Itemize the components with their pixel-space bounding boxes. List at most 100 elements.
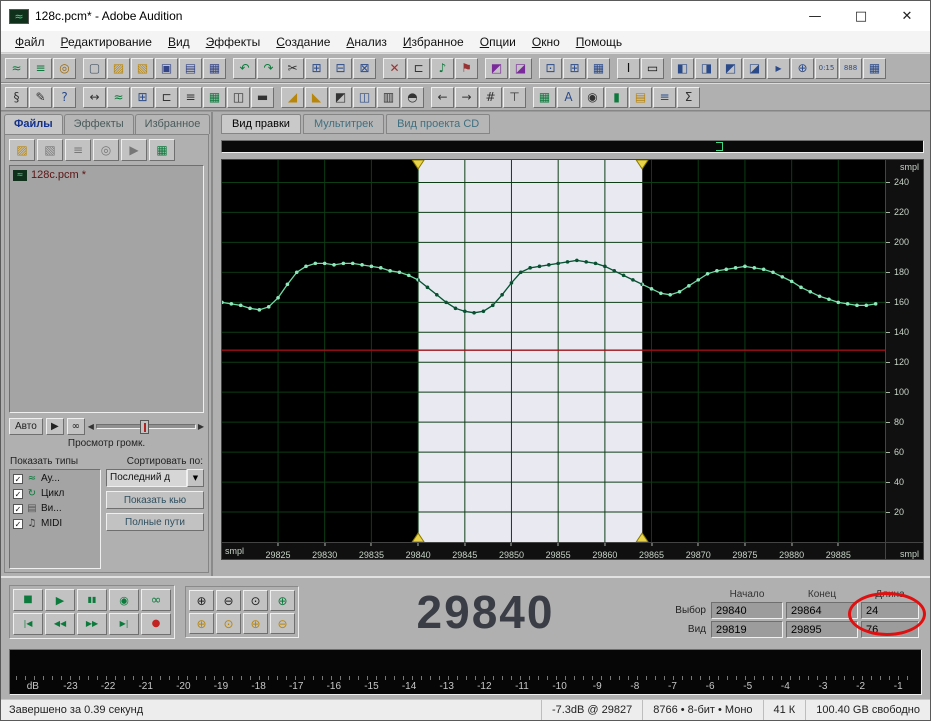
filter-icon[interactable]: ▥: [377, 86, 400, 108]
pause-button[interactable]: ▮▮: [77, 589, 107, 611]
filter-video[interactable]: ✓ ▤ Ви...: [13, 503, 97, 514]
snap-to-zero-icon[interactable]: ⊞: [563, 57, 586, 79]
play-button[interactable]: ▶: [45, 589, 75, 611]
paste-icon[interactable]: ⊟: [329, 57, 352, 79]
time-selection-tool-icon[interactable]: I: [617, 57, 640, 79]
mix-paste-icon[interactable]: ⊠: [353, 57, 376, 79]
waveform-display-icon[interactable]: ◪: [509, 57, 532, 79]
view-length-field[interactable]: 76: [861, 620, 919, 638]
view-end-field[interactable]: 29895: [786, 620, 858, 638]
mute-clip-icon[interactable]: ▬: [251, 86, 274, 108]
type-checkbox[interactable]: ✓: [13, 518, 23, 529]
fade-icon[interactable]: ◣: [305, 86, 328, 108]
level-ruler[interactable]: smpl 240 220 200 180 160 140 120 100 80 60 40 20: [886, 159, 924, 543]
go-to-end-button[interactable]: ▶|: [109, 613, 139, 635]
insert-multitrack-icon[interactable]: ≡: [65, 139, 91, 161]
next-marker-icon[interactable]: →: [455, 86, 478, 108]
type-checkbox[interactable]: ✓: [13, 488, 23, 499]
new-file-icon[interactable]: ▢: [83, 57, 106, 79]
close-file-icon[interactable]: ▧: [37, 139, 63, 161]
dropdown-arrow-icon[interactable]: ▼: [187, 469, 204, 487]
level-meter[interactable]: dB -23 -22 -21 -20 -19 -18 -17 -16 -15 -14 -13 -12 -1…: [9, 649, 922, 695]
slider-track[interactable]: [95, 420, 196, 434]
zoom-in-button[interactable]: ⊕: [189, 590, 214, 611]
scripts-icon[interactable]: §: [5, 86, 28, 108]
zoom-panel-icon[interactable]: ⊕: [791, 57, 814, 79]
previous-marker-icon[interactable]: ←: [431, 86, 454, 108]
tab-files[interactable]: Файлы: [4, 114, 63, 134]
preview-play-button[interactable]: ▶: [45, 418, 64, 435]
open-as-icon[interactable]: ▧: [131, 57, 154, 79]
spectral-view-icon[interactable]: ◩: [485, 57, 508, 79]
zoom-selection-button[interactable]: ⊙: [216, 613, 241, 634]
preview-loop-button[interactable]: ∞: [66, 418, 85, 435]
copy-to-new-icon[interactable]: ⊞: [131, 86, 154, 108]
cd-project-view-icon[interactable]: ◎: [53, 57, 76, 79]
time-ruler[interactable]: smpl 29825 29830 29835 29840 29845 29850 29855…: [221, 543, 924, 560]
menu-analyze[interactable]: Анализ: [338, 33, 395, 51]
record-button[interactable]: ●: [141, 613, 171, 635]
menu-effects[interactable]: Эффекты: [198, 33, 269, 51]
amplify-icon[interactable]: ◢: [281, 86, 304, 108]
lock-time-icon[interactable]: ◫: [227, 86, 250, 108]
tab-favorites[interactable]: Избранное: [134, 114, 211, 134]
insert-cd-icon[interactable]: ◎: [93, 139, 119, 161]
save-as-icon[interactable]: ▤: [179, 57, 202, 79]
view-start-field[interactable]: 29819: [711, 620, 783, 638]
ruler-options-icon[interactable]: ⊤: [503, 86, 526, 108]
zoom-sel-right-button[interactable]: ⊕: [243, 613, 268, 634]
full-paths-button[interactable]: Полные пути: [106, 513, 204, 531]
frequency-analysis-icon[interactable]: Σ: [677, 86, 700, 108]
maximize-button[interactable]: □: [838, 1, 884, 31]
selection-start-field[interactable]: 29840: [711, 601, 783, 619]
trim-silence-icon[interactable]: ⊏: [155, 86, 178, 108]
save-file-icon[interactable]: ▣: [155, 57, 178, 79]
convert-sample-type-icon[interactable]: ♪: [431, 57, 454, 79]
cut-icon[interactable]: ✂: [281, 57, 304, 79]
zoom-to-selection-button[interactable]: ⊕: [270, 590, 295, 611]
filter-midi[interactable]: ✓ ♫ MIDI: [13, 518, 97, 529]
slider-right-arrow-icon[interactable]: ▶: [198, 422, 204, 431]
panel-options-icon[interactable]: ▦: [149, 139, 175, 161]
zoom-full-button[interactable]: ⊙: [243, 590, 268, 611]
close-button[interactable]: ✕: [884, 1, 930, 31]
copy-icon[interactable]: ⊞: [305, 57, 328, 79]
multitrack-view-icon[interactable]: ≡: [29, 57, 52, 79]
play-from-cursor-button[interactable]: ◉: [109, 589, 139, 611]
rewind-button[interactable]: ◀◀: [45, 613, 75, 635]
zoom-sel-left-button[interactable]: ⊕: [189, 613, 214, 634]
reverb-icon[interactable]: ◓: [401, 86, 424, 108]
compress-icon[interactable]: ◩: [329, 86, 352, 108]
slider-left-arrow-icon[interactable]: ◀: [88, 422, 94, 431]
filter-audio[interactable]: ✓ ≈ Ау...: [13, 473, 97, 484]
marquee-tool-icon[interactable]: ▭: [641, 57, 664, 79]
menu-file[interactable]: Файл: [7, 33, 53, 51]
stop-button[interactable]: ■: [13, 589, 43, 611]
text-labels-icon[interactable]: A: [557, 86, 580, 108]
add-marker-icon[interactable]: ⚑: [455, 57, 478, 79]
filter-loop[interactable]: ✓ ↻ Цикл: [13, 488, 97, 499]
go-to-beginning-button[interactable]: |◀: [13, 613, 43, 635]
levels-panel-icon[interactable]: ▦: [863, 57, 886, 79]
menu-view[interactable]: Вид: [160, 33, 198, 51]
group-blocks-icon[interactable]: ▦: [203, 86, 226, 108]
overview-position-marker[interactable]: [716, 142, 724, 151]
delay-icon[interactable]: ◫: [353, 86, 376, 108]
menu-edit[interactable]: Редактирование: [53, 33, 160, 51]
session-properties-icon[interactable]: ▤: [629, 86, 652, 108]
trim-icon[interactable]: ⊏: [407, 57, 430, 79]
play-panel-icon[interactable]: ▸: [767, 57, 790, 79]
menu-window[interactable]: Окно: [524, 33, 568, 51]
type-checkbox[interactable]: ✓: [13, 473, 23, 484]
time-ruler-ticks[interactable]: smpl 29825 29830 29835 29840 29845 29850 29855…: [221, 543, 886, 560]
menu-generate[interactable]: Создание: [268, 33, 338, 51]
redo-icon[interactable]: ↷: [257, 57, 280, 79]
insert-playlist-icon[interactable]: ≡: [179, 86, 202, 108]
menu-favorites[interactable]: Избранное: [395, 33, 472, 51]
selection-end-field[interactable]: 29864: [786, 601, 858, 619]
level-meters-icon[interactable]: ▮: [605, 86, 628, 108]
open-file-icon[interactable]: ▨: [107, 57, 130, 79]
zoom-out-full-button[interactable]: ⊖: [270, 613, 295, 634]
save-all-icon[interactable]: ▦: [203, 57, 226, 79]
phase-analysis-icon[interactable]: ◉: [581, 86, 604, 108]
